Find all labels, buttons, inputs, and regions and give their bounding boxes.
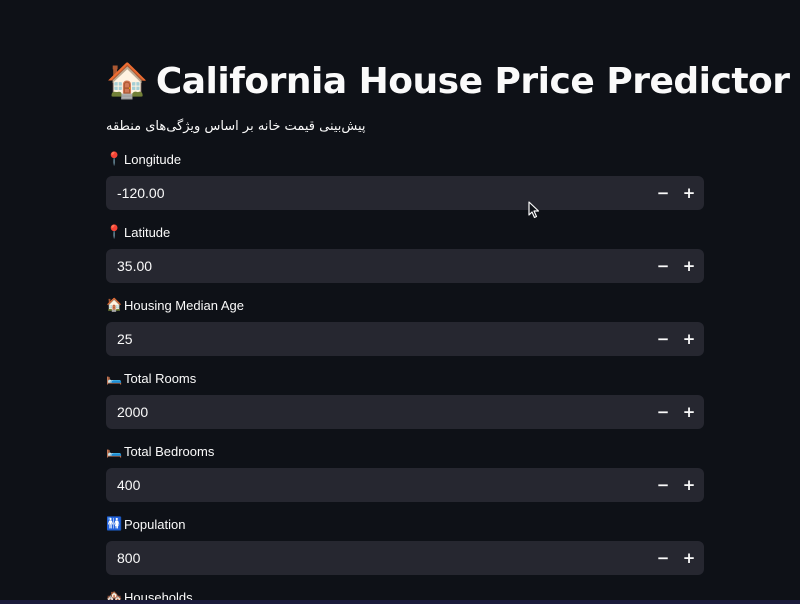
population-value[interactable]: 800 bbox=[106, 541, 650, 575]
page-subtitle: پیش‌بینی قیمت خانه بر اساس ویژگی‌های منط… bbox=[106, 119, 366, 134]
total-rooms-value[interactable]: 2000 bbox=[106, 395, 650, 429]
field-label: 🛏️ Total Bedrooms bbox=[106, 441, 704, 461]
population-input: 800 − + bbox=[106, 541, 704, 575]
field-label-text: Population bbox=[124, 516, 186, 532]
housing-median-age-value[interactable]: 25 bbox=[106, 322, 650, 356]
field-label: 📍 Latitude bbox=[106, 222, 704, 242]
decrement-button[interactable]: − bbox=[650, 541, 676, 575]
total-rooms-input: 2000 − + bbox=[106, 395, 704, 429]
increment-button[interactable]: + bbox=[676, 249, 702, 283]
longitude-input: -120.00 − + bbox=[106, 176, 704, 210]
increment-button[interactable]: + bbox=[676, 395, 702, 429]
latitude-value[interactable]: 35.00 bbox=[106, 249, 650, 283]
mouse-cursor-icon bbox=[528, 201, 540, 219]
latitude-input: 35.00 − + bbox=[106, 249, 704, 283]
total-bedrooms-value[interactable]: 400 bbox=[106, 468, 650, 502]
total-bedrooms-input: 400 − + bbox=[106, 468, 704, 502]
field-label-text: Housing Median Age bbox=[124, 297, 244, 313]
decrement-button[interactable]: − bbox=[650, 322, 676, 356]
page-title: 🏠 California House Price Predictor bbox=[106, 56, 790, 106]
increment-button[interactable]: + bbox=[676, 468, 702, 502]
bed-icon: 🛏️ bbox=[106, 370, 123, 385]
house-icon: 🏠 bbox=[106, 297, 123, 312]
main-content: 🏠 California House Price Predictor پیش‌ب… bbox=[106, 56, 790, 604]
decrement-button[interactable]: − bbox=[650, 176, 676, 210]
increment-button[interactable]: + bbox=[676, 176, 702, 210]
app-window: 🏠 California House Price Predictor پیش‌ب… bbox=[0, 0, 800, 604]
page-title-text: California House Price Predictor bbox=[155, 60, 790, 102]
decrement-button[interactable]: − bbox=[650, 249, 676, 283]
field-label-text: Total Bedrooms bbox=[124, 443, 215, 459]
pin-icon: 📍 bbox=[106, 151, 123, 166]
increment-button[interactable]: + bbox=[676, 541, 702, 575]
field-label: 🛏️ Total Rooms bbox=[106, 368, 704, 388]
field-housing-median-age: 🏠 Housing Median Age 25 − + bbox=[106, 295, 704, 356]
field-latitude: 📍 Latitude 35.00 − + bbox=[106, 222, 704, 283]
field-label-text: Longitude bbox=[124, 151, 182, 167]
bottom-bar bbox=[0, 600, 800, 604]
bed-icon: 🛏️ bbox=[106, 443, 123, 458]
field-total-bedrooms: 🛏️ Total Bedrooms 400 − + bbox=[106, 441, 704, 502]
field-label: 🏠 Housing Median Age bbox=[106, 295, 704, 315]
decrement-button[interactable]: − bbox=[650, 395, 676, 429]
house-icon: 🏠 bbox=[106, 61, 148, 101]
field-population: 🚻 Population 800 − + bbox=[106, 514, 704, 575]
increment-button[interactable]: + bbox=[676, 322, 702, 356]
field-label: 📍 Longitude bbox=[106, 149, 704, 169]
people-icon: 🚻 bbox=[106, 516, 123, 531]
field-label: 🚻 Population bbox=[106, 514, 704, 534]
field-total-rooms: 🛏️ Total Rooms 2000 − + bbox=[106, 368, 704, 429]
field-label-text: Total Rooms bbox=[124, 370, 197, 386]
longitude-value[interactable]: -120.00 bbox=[106, 176, 650, 210]
field-longitude: 📍 Longitude -120.00 − + bbox=[106, 149, 704, 210]
field-label-text: Latitude bbox=[124, 224, 171, 240]
housing-median-age-input: 25 − + bbox=[106, 322, 704, 356]
pin-icon: 📍 bbox=[106, 224, 123, 239]
decrement-button[interactable]: − bbox=[650, 468, 676, 502]
